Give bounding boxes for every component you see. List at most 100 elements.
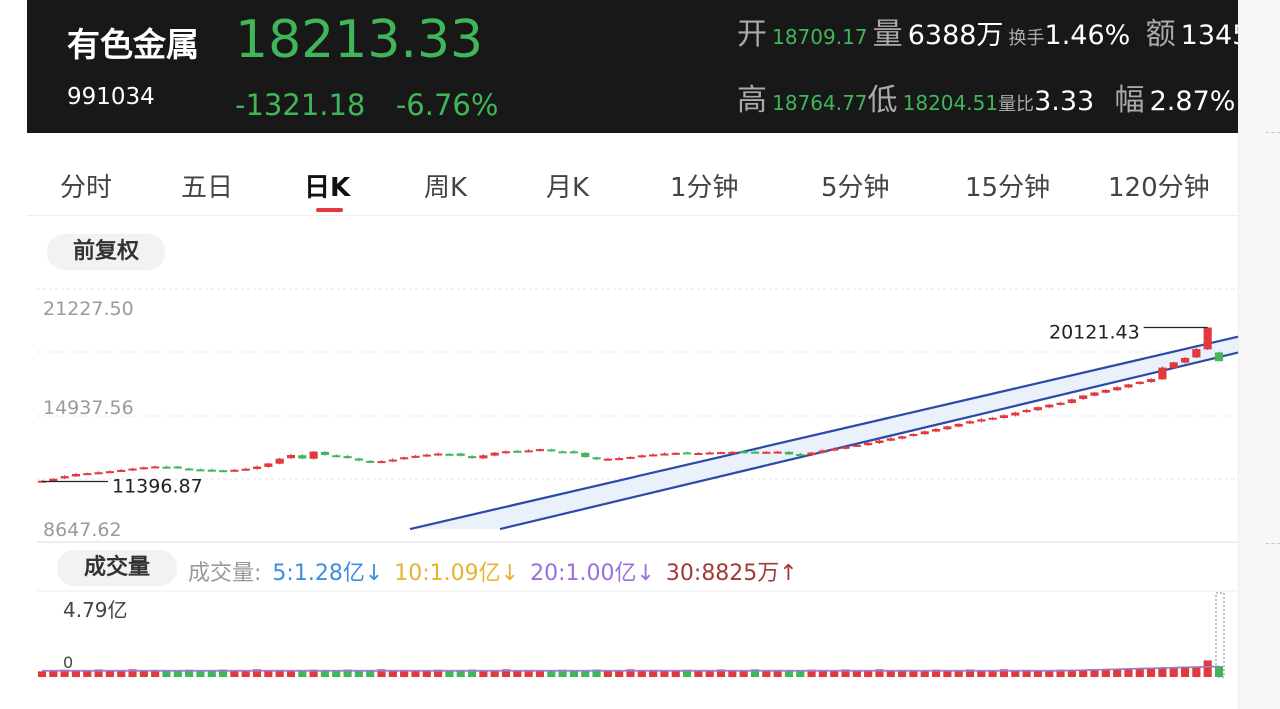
volume-bar [320, 671, 330, 677]
candle-body [807, 452, 816, 456]
volume-bar [637, 670, 646, 677]
candle-body [830, 448, 839, 451]
candle-body [988, 417, 997, 420]
volume-bar [1203, 660, 1212, 677]
candle-body [1090, 392, 1099, 396]
candle-body [592, 457, 601, 460]
volume-bar [196, 671, 205, 677]
kline-chart[interactable]: 21227.50 14937.56 8647.62 4.79亿 0 20121.… [0, 0, 1280, 709]
y-axis-min-label: 8647.62 [43, 519, 122, 541]
candle-body [400, 457, 409, 460]
candle-body [660, 453, 669, 456]
candle-body [309, 451, 318, 459]
candle-body [716, 452, 726, 455]
candle-body [739, 451, 748, 454]
volume-bar [162, 671, 171, 677]
candle-body [649, 454, 658, 457]
candle-body [841, 446, 850, 449]
volume-bar [1192, 666, 1201, 677]
candle-body [603, 458, 612, 461]
volume-bar [388, 670, 397, 677]
candle-body [818, 450, 827, 453]
candle-body [207, 469, 216, 472]
candle-body [864, 442, 873, 446]
volume-bar [354, 670, 363, 677]
candle-body [513, 450, 522, 453]
volume-bar [230, 670, 239, 677]
volume-bar [694, 671, 703, 677]
candle-body [1192, 349, 1201, 358]
candle-body [1011, 412, 1020, 416]
candle-body [852, 444, 861, 447]
candle-body [637, 455, 646, 458]
candle-body [886, 438, 895, 441]
candle-body [615, 458, 624, 461]
volume-bar [105, 670, 114, 677]
volume-bar [660, 671, 669, 677]
volume-bar [603, 670, 612, 677]
candle-body [162, 466, 171, 469]
volume-axis-max-label: 4.79亿 [63, 598, 128, 622]
volume-bar [762, 670, 771, 677]
candle-body [750, 451, 760, 454]
candle-body [275, 458, 284, 464]
candle-body [298, 455, 307, 459]
candle-body [1101, 390, 1110, 393]
volume-bar [1180, 667, 1190, 677]
volume-bar [1033, 671, 1042, 677]
candle-body [71, 474, 81, 477]
volume-bar [1147, 668, 1156, 677]
candle-body [377, 461, 386, 464]
candle-body [965, 421, 975, 424]
candle-body [128, 468, 137, 471]
candle-body [501, 451, 511, 454]
volume-bar [1124, 668, 1133, 677]
y-axis-max-label: 21227.50 [43, 298, 134, 320]
candle-body [320, 451, 330, 455]
candle-body [83, 473, 92, 476]
volume-bar [909, 671, 918, 677]
candle-body [999, 415, 1009, 418]
candle-body [252, 466, 262, 469]
candle-body [173, 466, 182, 469]
candle-body [196, 469, 205, 472]
volume-bar [411, 671, 420, 677]
volume-bar [535, 671, 545, 677]
candle-body [626, 456, 635, 459]
volume-ma5-line [42, 665, 1220, 672]
candle-body [445, 453, 454, 456]
candle-body [784, 451, 794, 455]
candle-body [1067, 399, 1076, 403]
candle-body [151, 466, 160, 469]
candle-body [343, 456, 352, 459]
candle-body [796, 453, 805, 456]
candle-body [264, 463, 273, 467]
candle-body [547, 449, 556, 452]
candle-body [1203, 327, 1212, 350]
candle-body [898, 436, 907, 439]
candle-body [762, 451, 771, 454]
candle-body [490, 452, 499, 456]
candle-body [931, 429, 941, 432]
channel-lower-line [499, 351, 1239, 531]
candle-body [105, 471, 114, 474]
candle-body [1147, 379, 1156, 382]
candle-body [1079, 395, 1088, 399]
volume-bar [37, 671, 47, 677]
trend-channel [409, 335, 1239, 531]
volume-bar [1113, 669, 1122, 677]
volume-bar [264, 670, 273, 677]
volume-bars-group [37, 592, 1225, 678]
volume-bar [1011, 670, 1020, 677]
volume-bar [784, 671, 794, 677]
volume-bar [513, 670, 522, 677]
candle-body [683, 452, 692, 455]
candle-body [581, 452, 590, 458]
candle-body [354, 458, 363, 461]
volume-bar [71, 671, 81, 677]
volume-bar [852, 670, 861, 677]
candle-body [1214, 352, 1224, 362]
volume-bar [1101, 669, 1110, 677]
candle-body [671, 452, 680, 455]
candle-body [366, 460, 375, 463]
